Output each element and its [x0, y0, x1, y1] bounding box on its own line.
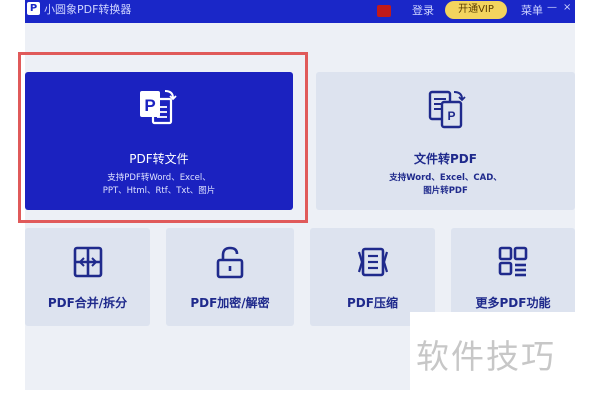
- close-button[interactable]: ×: [563, 3, 573, 13]
- encrypt-label: PDF加密/解密: [190, 296, 270, 310]
- highlight-annotation-box: [18, 52, 308, 223]
- svg-text:P: P: [447, 109, 455, 123]
- more-features-label: 更多PDF功能: [475, 296, 551, 310]
- file-to-pdf-desc-line1: 支持Word、Excel、CAD、: [389, 173, 502, 183]
- merge-split-label: PDF合并/拆分: [47, 296, 128, 310]
- watermark-text: 软件技巧: [416, 337, 556, 376]
- minimize-button[interactable]: —: [547, 3, 557, 13]
- lock-icon: [216, 246, 244, 279]
- grid-more-icon: [498, 246, 528, 277]
- merge-split-card[interactable]: PDF合并/拆分: [25, 228, 150, 326]
- menu-button[interactable]: 菜单: [521, 2, 543, 18]
- merge-split-icon: [73, 246, 102, 278]
- file-to-pdf-label: 文件转PDF: [414, 152, 477, 166]
- login-link[interactable]: 登录: [412, 2, 434, 18]
- file-to-pdf-desc-line2: 图片转PDF: [423, 186, 468, 196]
- app-logo-icon: P: [27, 2, 40, 15]
- app-title: 小圆象PDF转换器: [44, 3, 132, 16]
- compress-label: PDF压缩: [347, 296, 398, 310]
- encrypt-card[interactable]: PDF加密/解密: [166, 228, 294, 326]
- title-bar: P 小圆象PDF转换器 登录 开通VIP 菜单 — ×: [25, 0, 575, 23]
- message-icon[interactable]: [377, 5, 391, 17]
- compress-icon: [357, 247, 388, 277]
- file-convert-icon: P: [428, 90, 466, 129]
- vip-button[interactable]: 开通VIP: [445, 1, 507, 19]
- file-to-pdf-card[interactable]: P 文件转PDF 支持Word、Excel、CAD、 图片转PDF: [316, 72, 575, 210]
